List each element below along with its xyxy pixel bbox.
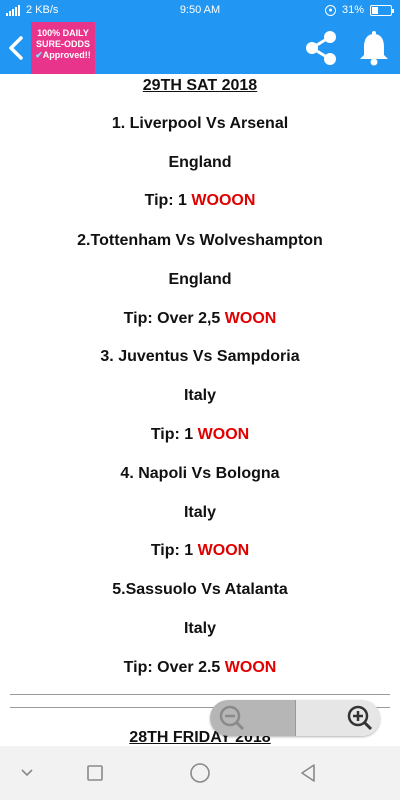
zoom-control (210, 700, 380, 736)
section-divider (10, 694, 390, 695)
match-country: Italy (183, 504, 216, 521)
share-button[interactable] (300, 28, 342, 68)
match-country: Italy (183, 387, 216, 404)
match-country: England (168, 154, 232, 171)
match-result: WOON (224, 310, 277, 327)
share-icon (306, 31, 336, 65)
status-bar: 2 KB/s 9:50 AM ● 31% (0, 0, 400, 22)
battery-icon (370, 4, 394, 16)
match-result: WOOON (191, 192, 256, 209)
badge-line2: SURE-ODDS (35, 39, 90, 49)
match-country: Italy (183, 620, 216, 637)
battery-fill (372, 6, 378, 14)
section-date-heading: 29TH SAT 2018 (142, 77, 258, 94)
zoom-out-icon (219, 705, 245, 731)
zoom-out-button[interactable] (210, 700, 295, 736)
back-arrow-icon (9, 36, 23, 60)
match-result: WOON (224, 659, 277, 676)
match-title: 5.Sassuolo Vs Atalanta (112, 581, 288, 598)
bell-icon (360, 31, 388, 66)
system-nav-bar (0, 746, 400, 800)
match-tip: Tip: 1 WOON (150, 426, 250, 443)
zoom-in-icon (347, 705, 373, 731)
square-icon (87, 765, 103, 781)
battery-percent: 31% (341, 4, 364, 16)
status-right: ● 31% (324, 4, 394, 16)
match-tip: Tip: 1 WOOON (144, 192, 256, 209)
back-button[interactable] (4, 30, 30, 66)
match-title: 4. Napoli Vs Bologna (120, 465, 280, 482)
badge-line3: ✔Approved!! (35, 50, 91, 60)
nav-collapse-button[interactable] (14, 760, 40, 786)
tips-content[interactable]: 29TH SAT 2018 1. Liverpool Vs Arsenal En… (0, 74, 400, 746)
chevron-down-icon (21, 769, 33, 777)
notification-button[interactable] (354, 28, 394, 68)
match-title: 2.Tottenham Vs Wolveshampton (77, 232, 323, 249)
badge-line1: 100% DAILY (37, 28, 89, 38)
match-tip: Tip: Over 2.5 WOON (123, 659, 277, 676)
nav-home-button[interactable] (187, 760, 213, 786)
circle-icon (190, 763, 210, 783)
match-title: 3. Juventus Vs Sampdoria (100, 348, 300, 365)
app-bar: 100% DAILY SURE-ODDS ✔Approved!! (0, 22, 400, 74)
match-result: WOON (197, 426, 250, 443)
match-tip: Tip: Over 2,5 WOON (123, 310, 277, 327)
match-title: 1. Liverpool Vs Arsenal (111, 115, 289, 132)
match-tip: Tip: 1 WOON (150, 542, 250, 559)
zoom-in-button[interactable] (295, 700, 380, 736)
rotation-lock-icon: ● (324, 4, 336, 16)
promo-badge[interactable]: 100% DAILY SURE-ODDS ✔Approved!! (31, 22, 95, 74)
triangle-back-icon (301, 764, 315, 782)
match-country: England (168, 271, 232, 288)
nav-back-button[interactable] (295, 760, 321, 786)
match-result: WOON (197, 542, 250, 559)
nav-recents-button[interactable] (82, 760, 108, 786)
check-icon: ✔ (35, 50, 43, 60)
